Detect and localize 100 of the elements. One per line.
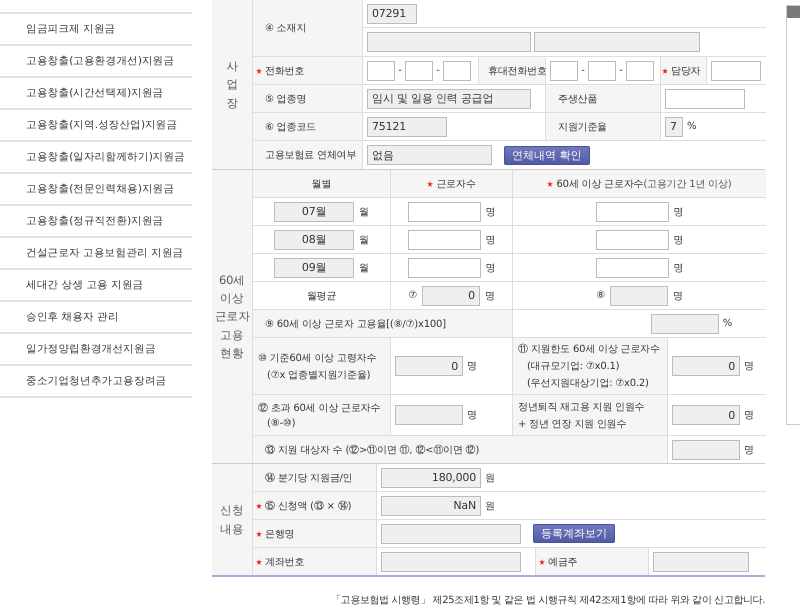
- main-product-field[interactable]: [665, 88, 745, 108]
- bank-field[interactable]: [381, 524, 521, 544]
- support-rate-field[interactable]: 7: [665, 116, 683, 136]
- field-label: 정년퇴직 재고용 지원 인원수: [518, 400, 645, 414]
- manager-field[interactable]: [711, 60, 761, 80]
- separator: -: [397, 65, 403, 76]
- arrears-history-button[interactable]: 연체내역 확인: [504, 146, 590, 164]
- baseline-field[interactable]: 0: [395, 356, 463, 376]
- industry-name-field[interactable]: 임시 및 일용 인력 공급업: [367, 88, 531, 108]
- address-detail-field[interactable]: [534, 32, 700, 52]
- sidebar-link[interactable]: 고용창출(정규직전환)지원금: [0, 206, 192, 238]
- field-label: (⑧-⑩): [266, 418, 296, 429]
- field-label: 월평균: [306, 290, 336, 302]
- unit-label: 명: [674, 234, 684, 246]
- sidebar-link[interactable]: 고용창출(고용환경개선)지원금: [0, 46, 192, 78]
- sidebar-link[interactable]: 건설근로자 고용보험관리 지원금: [0, 238, 192, 270]
- arrears-field[interactable]: 없음: [367, 145, 492, 165]
- sidebar-link[interactable]: 고용창출(일자리함께하기)지원금: [0, 142, 192, 174]
- field-label: ④ 소재지: [265, 22, 306, 35]
- field-label: 은행명: [256, 526, 294, 540]
- phone-field[interactable]: [405, 60, 433, 80]
- field-label: 예금주: [539, 554, 578, 568]
- sidebar-link[interactable]: 승인후 채용자 관리: [0, 302, 192, 334]
- amount-field[interactable]: NaN: [381, 496, 481, 516]
- unit-label: 명: [744, 444, 754, 456]
- field-label: (⑦x 업종별지원기준율): [266, 368, 370, 382]
- average-workers-field[interactable]: 0: [422, 286, 480, 306]
- phone-field[interactable]: [367, 60, 395, 80]
- field-label: ⑥ 업종코드: [265, 120, 316, 134]
- sidebar-link[interactable]: 중소기업청년추가고용장려금: [0, 366, 192, 398]
- average-senior-field[interactable]: [610, 286, 668, 306]
- postcode-field[interactable]: 07291: [367, 4, 417, 24]
- employment-rate-field[interactable]: [650, 314, 719, 334]
- mobile-field[interactable]: [550, 60, 578, 80]
- unit-label: %: [687, 121, 696, 132]
- field-label: 고용보험료 연체여부: [265, 149, 356, 162]
- declaration-text: 「고용보험법 시행령」 제25조제1항 및 같은 법 시행규칙 제42조제1항에 따라 위와 같이 신고합니다.: [330, 594, 765, 607]
- address-field[interactable]: [367, 32, 531, 52]
- mobile-field[interactable]: [588, 60, 616, 80]
- section-heading: 신청 내용: [219, 502, 245, 538]
- reemploy-field[interactable]: 0: [672, 405, 740, 425]
- eligible-field[interactable]: [672, 440, 740, 460]
- account-holder-field[interactable]: [653, 552, 749, 572]
- sidebar-link[interactable]: 세대간 상생 고용 지원금: [0, 270, 192, 302]
- mobile-field[interactable]: [626, 60, 654, 80]
- workers-field[interactable]: [408, 202, 481, 222]
- field-label: ⑮ 신청액 (⑬ × ⑭): [256, 498, 352, 512]
- senior-workers-field[interactable]: [596, 202, 669, 222]
- field-label: ⑭ 분기당 지원금/인: [264, 472, 353, 484]
- field-label: ⑬ 지원 대상자 수 (⑫>⑪이면 ⑪, ⑫<⑪이면 ⑫): [265, 444, 480, 456]
- field-label: 휴대전화번호: [479, 57, 546, 84]
- unit-label: 원: [485, 500, 495, 512]
- field-label: 담당자: [662, 64, 700, 78]
- month-field[interactable]: 07월: [274, 202, 354, 222]
- unit-label: 명: [467, 409, 477, 422]
- sidebar-link[interactable]: 고용창출(지역.성장산업)지원금: [0, 110, 192, 142]
- section-heading: 사업장: [226, 58, 238, 112]
- column-header: 60세 이상 근로자수(고용기간 1년 이상): [547, 176, 732, 190]
- industry-code-field[interactable]: 75121: [367, 116, 447, 136]
- account-number-field[interactable]: [381, 552, 521, 572]
- unit-label: 명: [486, 206, 496, 218]
- field-label: 전화번호: [256, 64, 304, 78]
- workers-field[interactable]: [408, 230, 481, 250]
- field-label: (우선지원대상기업: ⑦x0.2): [526, 377, 649, 390]
- per-quarter-field[interactable]: 180,000: [381, 468, 481, 488]
- senior-workers-field[interactable]: [596, 258, 669, 278]
- column-header: 월별: [312, 178, 332, 190]
- unit-label: %: [722, 318, 732, 329]
- sidebar-link[interactable]: 일가정양립환경개선지원금: [0, 334, 192, 366]
- sidebar-link[interactable]: 고용창출(전문인력채용)지원금: [0, 174, 192, 206]
- column-header: 근로자수: [427, 176, 476, 190]
- section-heading: 60세 이상 근로자 고용 현황: [214, 272, 250, 362]
- unit-label: 명: [674, 262, 684, 274]
- unit-label: 월: [359, 234, 369, 246]
- marker-label: ⑧: [596, 290, 605, 301]
- panel-header: [787, 6, 800, 18]
- registered-account-button[interactable]: 등록계좌보기: [533, 524, 615, 543]
- limit-field[interactable]: 0: [672, 356, 740, 376]
- unit-label: 명: [672, 290, 683, 302]
- field-label: 계좌번호: [256, 554, 304, 568]
- unit-label: 명: [744, 360, 754, 373]
- marker-label: ⑦: [408, 290, 417, 301]
- unit-label: 명: [486, 262, 496, 274]
- sidebar-link[interactable]: 고용창출(시간선택제)지원금: [0, 78, 192, 110]
- sidebar-link[interactable]: 임금피크제 지원금: [0, 14, 192, 46]
- unit-label: 월: [359, 262, 369, 274]
- month-field[interactable]: 09월: [274, 258, 354, 278]
- unit-label: 월: [359, 206, 369, 218]
- field-label: 주생산품: [546, 85, 661, 112]
- unit-label: 명: [484, 290, 495, 302]
- field-label: 지원기준율: [546, 113, 661, 140]
- field-label: ⑫ 초과 60세 이상 근로자수: [258, 402, 380, 415]
- month-field[interactable]: 08월: [274, 230, 354, 250]
- field-label: ⑪ 지원한도 60세 이상 근로자수: [518, 342, 660, 356]
- excess-field[interactable]: [395, 405, 463, 425]
- phone-field[interactable]: [443, 60, 471, 80]
- workers-field[interactable]: [408, 258, 481, 278]
- senior-workers-field[interactable]: [596, 230, 669, 250]
- field-label: + 정년 연장 지원 인원수: [518, 418, 626, 430]
- field-label: ⑨ 60세 이상 근로자 고용율[(⑧/⑦)x100]: [265, 318, 446, 330]
